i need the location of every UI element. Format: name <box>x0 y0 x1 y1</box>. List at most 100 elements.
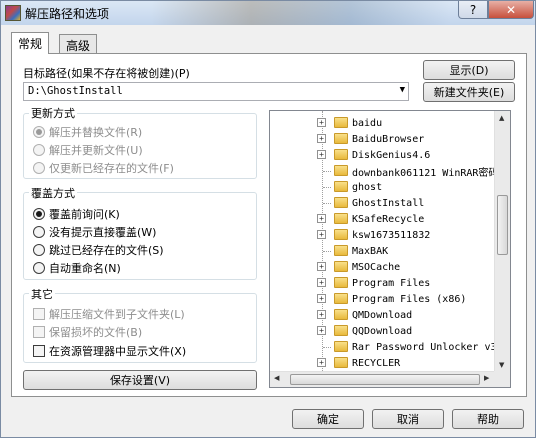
misc-option-label: 解压压缩文件到子文件夹(L) <box>49 308 185 321</box>
tree-item-label: Program Files <box>352 277 431 289</box>
overwrite-option-rename[interactable]: 自动重命名(N) <box>33 260 121 276</box>
expand-icon[interactable]: + <box>317 214 326 223</box>
overwrite-option-label: 覆盖前询问(K) <box>49 208 120 221</box>
title-bar[interactable]: 解压路径和选项 ? ✕ <box>1 1 535 25</box>
misc-option-keep-broken[interactable]: 保留损坏的文件(B) <box>33 324 142 340</box>
new-folder-button[interactable]: 新建文件夹(E) <box>423 82 515 102</box>
tree-item-label: ghost <box>352 181 383 193</box>
folder-icon <box>334 341 348 352</box>
radio-button-icon <box>33 126 45 138</box>
folder-icon <box>334 357 348 368</box>
horizontal-scroll-thumb[interactable] <box>290 374 480 385</box>
tree-item[interactable]: + Program Files (x86) <box>270 291 496 307</box>
tab-general[interactable]: 常规 <box>11 32 50 54</box>
tree-item-label: MSOCache <box>352 261 401 273</box>
radio-button-icon <box>33 162 45 174</box>
tree-item[interactable]: + QMDownload <box>270 307 496 323</box>
folder-icon <box>334 325 348 336</box>
radio-button-icon <box>33 244 45 256</box>
expand-icon[interactable]: + <box>317 150 326 159</box>
tree-item[interactable]: + RECYCLER <box>270 355 496 371</box>
update-mode-title: 更新方式 <box>29 105 77 121</box>
scroll-right-icon[interactable]: ▶ <box>484 374 489 382</box>
save-settings-button[interactable]: 保存设置(V) <box>23 370 257 390</box>
tree-item[interactable]: downbank061121 WinRAR密码 <box>270 163 498 179</box>
tree-item[interactable]: + BaiduBrowser <box>270 131 496 147</box>
expand-icon[interactable]: + <box>317 358 326 367</box>
folder-icon <box>334 149 348 160</box>
help-title-button[interactable]: ? <box>458 1 488 19</box>
radio-button-icon <box>33 208 45 220</box>
tree-item[interactable]: + ksw1673511832 <box>270 227 496 243</box>
expand-icon[interactable]: + <box>317 278 326 287</box>
tree-item[interactable]: + DiskGenius4.6 <box>270 147 496 163</box>
checkbox-icon <box>33 308 45 320</box>
update-option-label: 解压并更新文件(U) <box>49 144 143 157</box>
vertical-scroll-thumb[interactable] <box>497 195 508 255</box>
tree-connector <box>323 347 331 348</box>
tree-item[interactable]: + baidu <box>270 115 496 131</box>
tree-item[interactable]: GhostInstall <box>270 195 496 211</box>
tree-item[interactable]: + MSOCache <box>270 259 496 275</box>
cancel-button[interactable]: 取消 <box>372 409 444 429</box>
expand-icon[interactable]: + <box>317 230 326 239</box>
radio-button-icon <box>33 226 45 238</box>
update-option-replace[interactable]: 解压并替换文件(R) <box>33 124 142 140</box>
update-option-update[interactable]: 解压并更新文件(U) <box>33 142 143 158</box>
winrar-app-icon <box>5 5 21 21</box>
tree-item[interactable]: + KSafeRecycle <box>270 211 496 227</box>
horizontal-scrollbar[interactable]: ◀ ▶ <box>270 371 496 387</box>
help-button[interactable]: 帮助 <box>452 409 524 429</box>
window-title: 解压路径和选项 <box>25 7 110 21</box>
overwrite-option-skip[interactable]: 跳过已经存在的文件(S) <box>33 242 164 258</box>
tree-item[interactable]: Rar Password Unlocker v3 <box>270 339 497 355</box>
ok-button[interactable]: 确定 <box>292 409 364 429</box>
scroll-up-icon[interactable]: ▲ <box>499 114 504 122</box>
tree-item-label: MaxBAK <box>352 245 389 257</box>
scroll-down-icon[interactable]: ▼ <box>499 361 504 369</box>
overwrite-option-ask[interactable]: 覆盖前询问(K) <box>33 206 120 222</box>
update-option-label: 仅更新已经存在的文件(F) <box>49 162 174 175</box>
misc-option-label: 在资源管理器中显示文件(X) <box>49 345 187 358</box>
misc-option-show-in-explorer[interactable]: 在资源管理器中显示文件(X) <box>33 343 186 359</box>
overwrite-option-no-prompt[interactable]: 没有提示直接覆盖(W) <box>33 224 156 240</box>
tree-item-label: KSafeRecycle <box>352 213 425 225</box>
tree-item-label: GhostInstall <box>352 197 425 209</box>
tree-item-label: ksw1673511832 <box>352 229 431 241</box>
folder-tree[interactable]: + baidu + BaiduBrowser + DiskGenius4.6 downban… <box>269 110 511 388</box>
folder-icon <box>334 165 348 176</box>
tree-item-label: Rar Password Unlocker v3 <box>352 341 497 353</box>
overwrite-option-label: 没有提示直接覆盖(W) <box>49 226 157 239</box>
scrollbar-corner <box>494 371 510 387</box>
expand-icon[interactable]: + <box>317 310 326 319</box>
dropdown-arrow-icon[interactable]: ▼ <box>400 85 405 95</box>
update-option-existing-only[interactable]: 仅更新已经存在的文件(F) <box>33 160 174 176</box>
overwrite-mode-title: 覆盖方式 <box>29 185 77 201</box>
tree-connector <box>323 171 331 172</box>
tree-item[interactable]: ghost <box>270 179 496 195</box>
close-button[interactable]: ✕ <box>488 1 534 19</box>
target-path-combobox[interactable]: D:\GhostInstall ▼ <box>23 82 409 101</box>
checkbox-icon <box>33 345 45 357</box>
expand-icon[interactable]: + <box>317 134 326 143</box>
tree-item-label: baidu <box>352 117 383 129</box>
show-button[interactable]: 显示(D) <box>423 60 515 80</box>
tree-item[interactable]: + Program Files <box>270 275 496 291</box>
expand-icon[interactable]: + <box>317 294 326 303</box>
misc-option-subfolder[interactable]: 解压压缩文件到子文件夹(L) <box>33 306 185 322</box>
tree-item[interactable]: + QQDownload <box>270 323 496 339</box>
vertical-scrollbar[interactable]: ▲ ▼ <box>494 111 510 372</box>
expand-icon[interactable]: + <box>317 262 326 271</box>
tree-item-label: DiskGenius4.6 <box>352 149 431 161</box>
folder-icon <box>334 213 348 224</box>
target-path-value: D:\GhostInstall <box>28 85 123 97</box>
tree-item-label: QQDownload <box>352 325 413 337</box>
checkbox-icon <box>33 326 45 338</box>
folder-icon <box>334 277 348 288</box>
expand-icon[interactable]: + <box>317 326 326 335</box>
scroll-left-icon[interactable]: ◀ <box>274 374 279 382</box>
tab-advanced[interactable]: 高级 <box>59 34 98 54</box>
tree-item[interactable]: MaxBAK <box>270 243 496 259</box>
overwrite-option-label: 跳过已经存在的文件(S) <box>49 244 164 257</box>
expand-icon[interactable]: + <box>317 118 326 127</box>
